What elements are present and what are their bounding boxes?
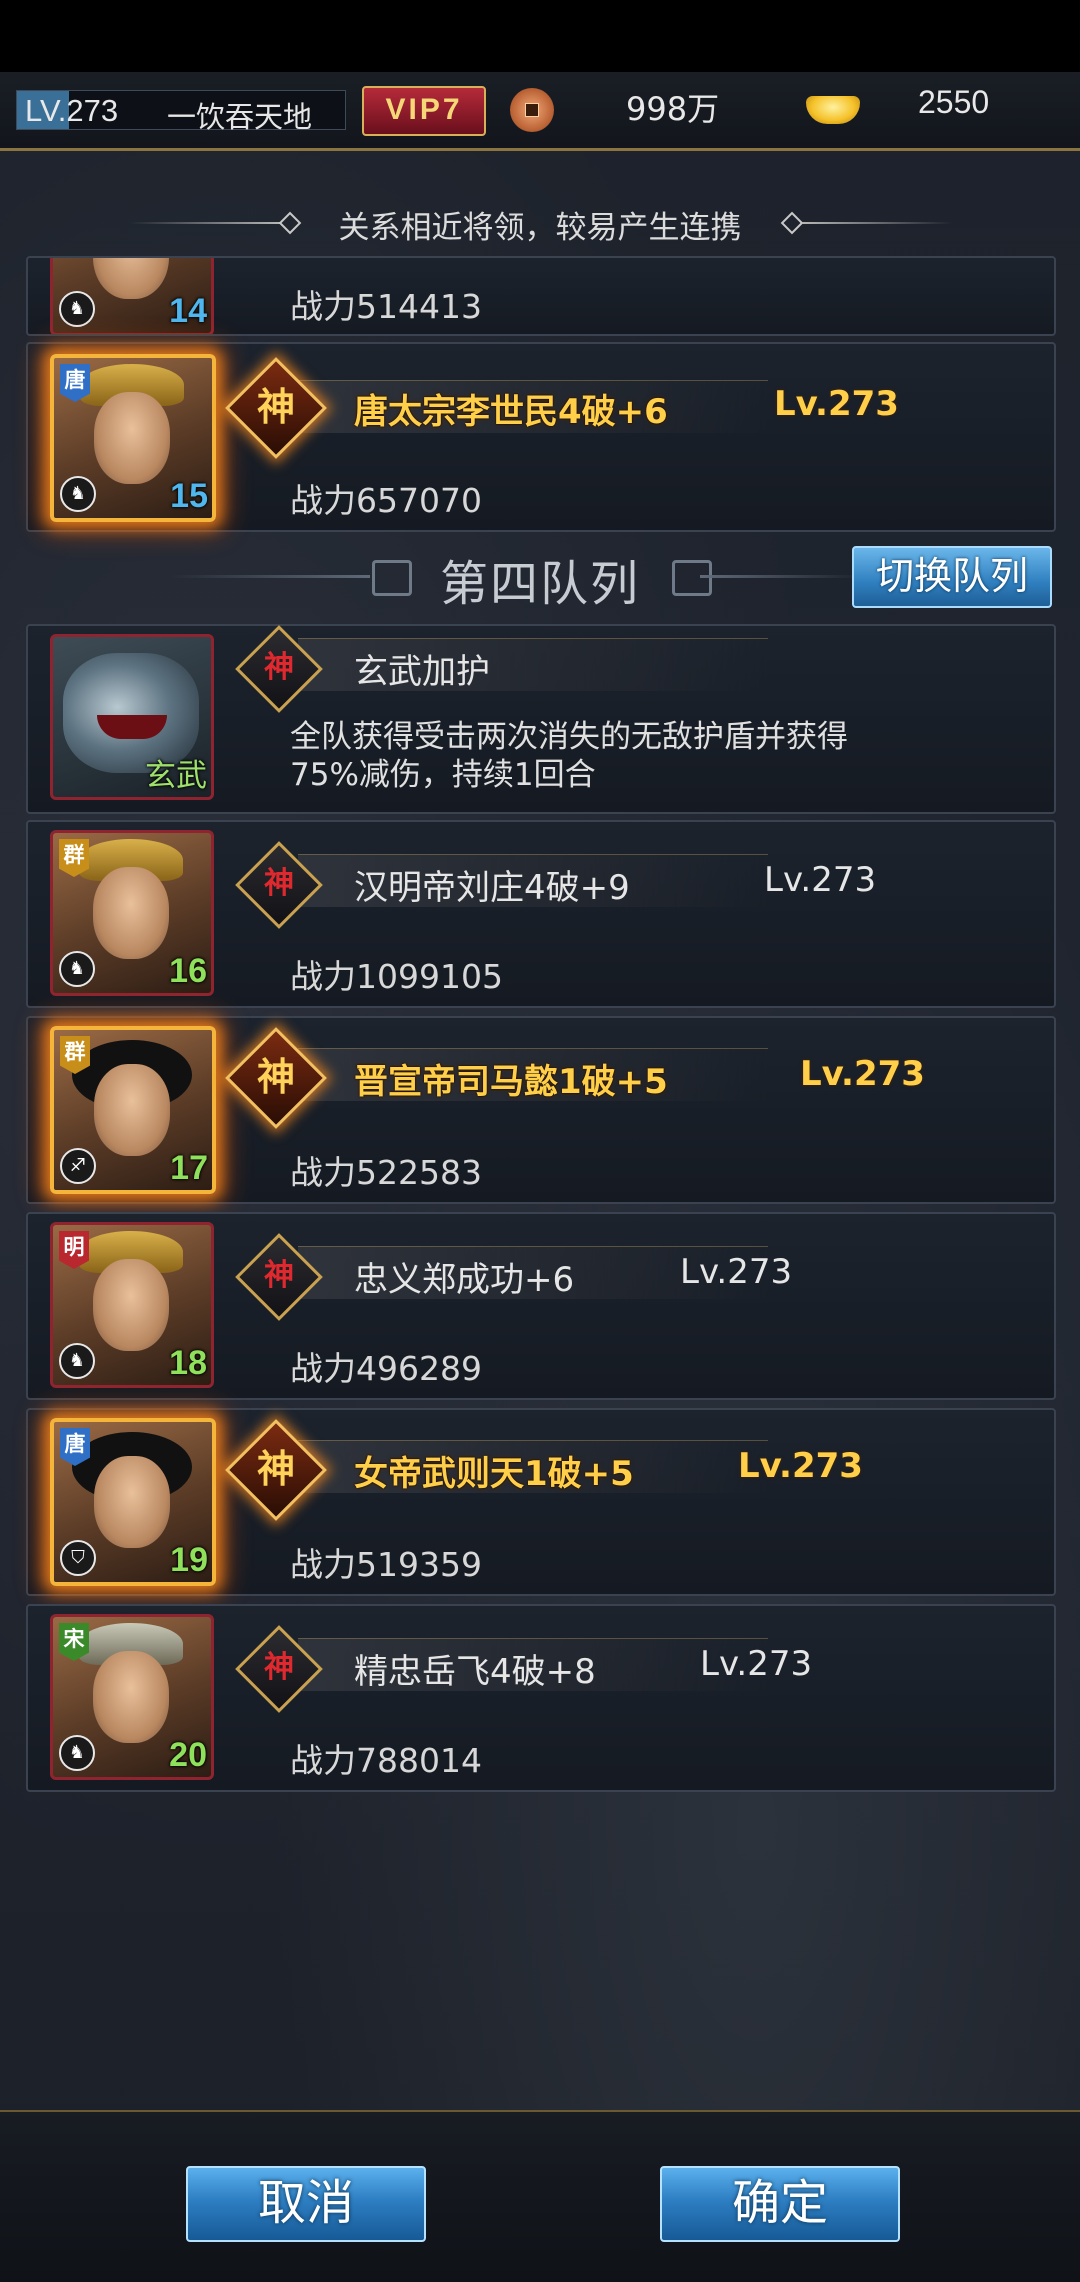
general-power: 战力1099105 <box>290 957 503 996</box>
beast-portrait: 玄武 <box>50 634 214 800</box>
role-icon: ♐ <box>60 1148 96 1184</box>
position-number: 14 <box>169 292 207 330</box>
general-level: Lv.273 <box>774 384 899 424</box>
queue-knot-right-icon <box>672 560 712 596</box>
switch-queue-button[interactable]: 切换队列 <box>852 546 1052 608</box>
general-level: Lv.273 <box>764 860 877 900</box>
general-name: 汉明帝刘庄4破+9 <box>354 868 630 908</box>
portrait-face <box>94 1456 170 1548</box>
general-portrait: 唐 ♞ 15 <box>50 354 216 522</box>
general-card[interactable]: 群 ♐ 17 神 晋宣帝司马懿1破+5 Lv.273 战力522583 <box>26 1016 1056 1204</box>
general-level: Lv.273 <box>700 1644 813 1684</box>
position-number: 18 <box>169 1344 207 1382</box>
general-portrait: 唐 ⛉ 19 <box>50 1418 216 1586</box>
general-name: 忠义郑成功+6 <box>354 1260 575 1300</box>
role-icon: ♞ <box>59 291 95 327</box>
portrait-face <box>93 867 169 959</box>
vip-badge[interactable]: VIP7 <box>362 86 486 136</box>
general-power: 战力522583 <box>290 1153 482 1192</box>
general-name: 晋宣帝司马懿1破+5 <box>354 1062 668 1102</box>
portrait-face <box>93 258 169 299</box>
general-level: Lv.273 <box>738 1446 863 1486</box>
portrait-face <box>94 1064 170 1156</box>
general-card[interactable]: 宋 ♞ 20 神 精忠岳飞4破+8 Lv.273 战力788014 <box>26 1604 1056 1792</box>
portrait-face <box>93 1651 169 1743</box>
general-portrait: 宋 ♞ 20 <box>50 1614 214 1780</box>
coin-amount: 998万 <box>626 90 720 128</box>
beast-name: 玄武加护 <box>354 652 490 692</box>
beast-description-line1: 全队获得受击两次消失的无敌护盾并获得 <box>290 719 848 755</box>
beast-description-line2: 75%减伤，持续1回合 <box>290 757 596 793</box>
general-card[interactable]: 明 ♞ 18 神 忠义郑成功+6 Lv.273 战力496289 <box>26 1212 1056 1400</box>
position-number: 20 <box>169 1736 207 1774</box>
general-portrait: ♞ 14 <box>50 258 214 334</box>
position-number: 15 <box>170 477 208 515</box>
role-icon: ♞ <box>59 1735 95 1771</box>
hint-line-right <box>802 222 952 224</box>
beast-card[interactable]: 玄武 神 玄武加护 全队获得受击两次消失的无敌护盾并获得 75%减伤，持续1回合 <box>26 624 1056 814</box>
shen-badge-icon: 神 <box>225 357 327 459</box>
ingot-icon <box>806 96 860 124</box>
role-icon: ⛉ <box>60 1540 96 1576</box>
role-icon: ♞ <box>60 476 96 512</box>
general-portrait: 明 ♞ 18 <box>50 1222 214 1388</box>
player-info[interactable]: LV.273 一饮吞天地 <box>16 90 346 134</box>
general-portrait: 群 ♐ 17 <box>50 1026 216 1194</box>
hint-banner: 关系相近将领，较易产生连携 <box>0 198 1080 248</box>
role-icon: ♞ <box>59 1343 95 1379</box>
general-level: Lv.273 <box>680 1252 793 1292</box>
role-icon: ♞ <box>59 951 95 987</box>
general-power: 战力496289 <box>290 1349 482 1388</box>
player-name: 一饮吞天地 <box>167 100 313 134</box>
general-power: 战力657070 <box>290 481 482 520</box>
portrait-face <box>93 1259 169 1351</box>
general-card[interactable]: 唐 ♞ 15 神 唐太宗李世民4破+6 Lv.273 战力657070 <box>26 342 1056 532</box>
general-portrait: 群 ♞ 16 <box>50 830 214 996</box>
ingot-amount: 2550 <box>918 84 990 120</box>
general-level: Lv.273 <box>800 1054 925 1094</box>
general-card[interactable]: 唐 ⛉ 19 神 女帝武则天1破+5 Lv.273 战力519359 <box>26 1408 1056 1596</box>
beast-label: 玄武 <box>145 758 207 794</box>
cancel-button[interactable]: 取消 <box>186 2166 426 2242</box>
general-card[interactable]: ♞ 14 战力514413 <box>26 256 1056 336</box>
general-power: 战力519359 <box>290 1545 482 1584</box>
player-level: LV.273 <box>25 93 119 128</box>
shen-badge-icon: 神 <box>225 1027 327 1129</box>
general-power: 战力788014 <box>290 1741 482 1780</box>
queue-line-right <box>700 575 860 578</box>
general-card[interactable]: 群 ♞ 16 神 汉明帝刘庄4破+9 Lv.273 战力1099105 <box>26 820 1056 1008</box>
general-name: 女帝武则天1破+5 <box>354 1454 634 1494</box>
bottom-bar <box>0 2110 1080 2282</box>
status-bar <box>0 0 1080 72</box>
confirm-button[interactable]: 确定 <box>660 2166 900 2242</box>
position-number: 16 <box>169 952 207 990</box>
portrait-face <box>94 392 170 484</box>
general-power: 战力514413 <box>290 287 482 326</box>
general-name: 唐太宗李世民4破+6 <box>354 392 668 432</box>
shen-badge-icon: 神 <box>225 1419 327 1521</box>
coin-icon <box>510 88 554 132</box>
top-resource-bar: LV.273 一饮吞天地 VIP7 998万 2550 <box>0 72 1080 151</box>
position-number: 19 <box>170 1541 208 1579</box>
position-number: 17 <box>170 1149 208 1187</box>
general-name: 精忠岳飞4破+8 <box>354 1652 596 1692</box>
hint-text: 关系相近将领，较易产生连携 <box>338 210 742 246</box>
